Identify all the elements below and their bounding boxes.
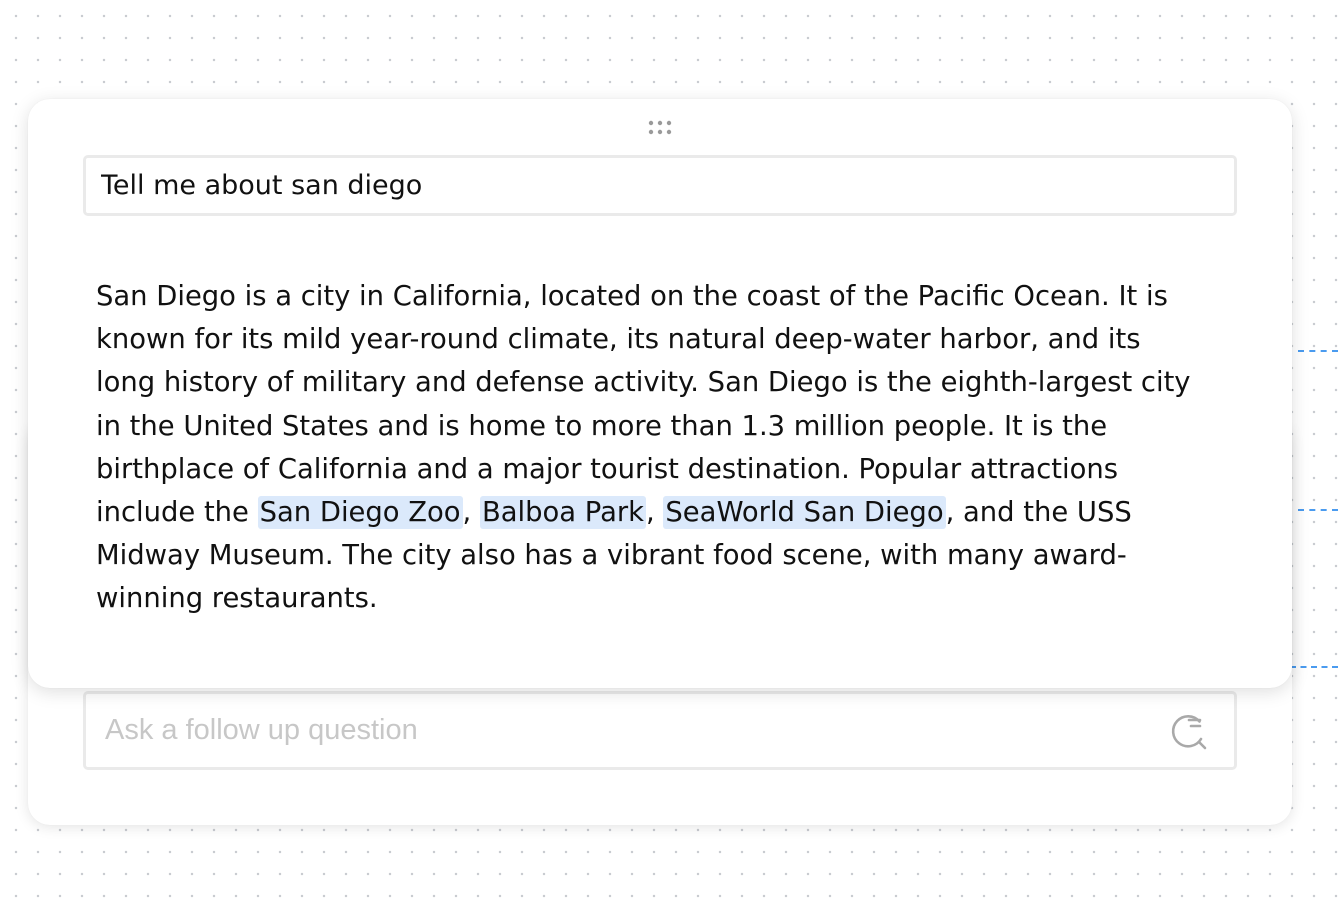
connector-line: [1298, 509, 1338, 511]
answer-card: San Diego is a city in California, locat…: [28, 99, 1292, 688]
question-input[interactable]: [101, 158, 1211, 213]
answer-line: San Diego is a city in California, locat…: [96, 281, 1168, 312]
drag-handle-icon[interactable]: [648, 119, 672, 137]
answer-text: San Diego is a city in California, locat…: [96, 275, 1231, 621]
answer-line: Midway Museum. The city also has a vibra…: [96, 540, 1127, 572]
highlight-seaworld-san-diego[interactable]: SeaWorld San Diego: [663, 496, 946, 530]
connector-line: [1298, 350, 1338, 352]
answer-line-suffix: , and the USS: [945, 497, 1132, 529]
comma-separator: ,: [646, 497, 664, 529]
answer-line: long history of military and defense act…: [96, 367, 1191, 399]
answer-line: include the: [96, 497, 258, 529]
highlight-san-diego-zoo[interactable]: San Diego Zoo: [257, 496, 463, 530]
question-field[interactable]: [83, 155, 1237, 216]
followup-input[interactable]: [105, 694, 1145, 767]
answer-line: birthplace of California and a major tou…: [96, 453, 1119, 485]
comma-separator: ,: [462, 497, 480, 529]
highlight-balboa-park[interactable]: Balboa Park: [479, 496, 646, 530]
connector-line: [1290, 666, 1338, 668]
answer-line: winning restaurants.: [96, 583, 378, 615]
answer-line: known for its mild year-round climate, i…: [96, 324, 1141, 356]
ask-search-icon[interactable]: [1168, 711, 1208, 751]
answer-line: in the United States and is home to more…: [96, 410, 1108, 442]
followup-field[interactable]: [83, 691, 1237, 770]
